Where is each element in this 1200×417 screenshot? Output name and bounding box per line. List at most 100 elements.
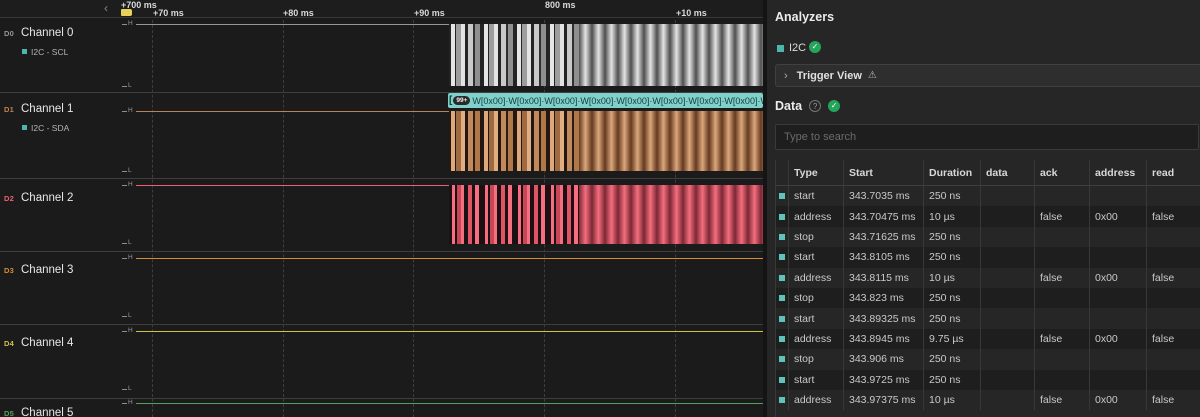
table-row[interactable]: stop343.906 ms250 ns [776, 349, 1200, 369]
row-color-cell [776, 329, 788, 349]
row-swatch-icon [779, 377, 785, 383]
data-title: Data [775, 99, 802, 113]
table-cell: 0x00 [1089, 268, 1146, 288]
table-cell [1089, 349, 1146, 369]
table-row[interactable]: start343.7035 ms250 ns [776, 186, 1200, 206]
table-row[interactable]: start343.9725 ms250 ns [776, 370, 1200, 390]
low-level-tick [122, 171, 127, 172]
decode-overflow-badge: 99+ [453, 96, 470, 105]
low-level-marker: L [128, 82, 132, 90]
ruler-major-label: 800 ms [545, 0, 576, 10]
table-header-row: TypeStartDurationdataackaddressread [776, 160, 1200, 186]
column-header[interactable]: address [1089, 160, 1146, 186]
table-cell [1146, 247, 1200, 267]
table-cell: address [788, 329, 843, 349]
waveform-burst[interactable] [449, 185, 763, 244]
table-cell: address [788, 390, 843, 410]
high-level-tick [122, 185, 127, 186]
row-color-cell [776, 390, 788, 410]
table-cell [1146, 186, 1200, 206]
table-cell: 343.8945 ms [843, 329, 923, 349]
table-row[interactable]: address343.70475 ms10 µsfalse0x00false [776, 206, 1200, 226]
channel-name-label[interactable]: Channel 5 [21, 407, 73, 417]
table-cell: 10 µs [923, 206, 980, 226]
table-cell: 343.7035 ms [843, 186, 923, 206]
table-row[interactable]: start343.89325 ms250 ns [776, 308, 1200, 328]
column-header[interactable]: data [980, 160, 1034, 186]
table-cell [1034, 370, 1089, 390]
table-row[interactable]: address343.8115 ms10 µsfalse0x00false [776, 268, 1200, 288]
table-cell [980, 247, 1034, 267]
row-swatch-icon [779, 356, 785, 362]
channel-name-label[interactable]: Channel 0 [21, 27, 73, 39]
channel-divider [0, 398, 763, 399]
row-swatch-icon [779, 193, 785, 199]
analyzer-color-swatch [777, 45, 784, 52]
table-cell: address [788, 206, 843, 226]
table-cell [1089, 288, 1146, 308]
table-cell: 10 µs [923, 268, 980, 288]
ruler-minor-label: +80 ms [283, 8, 314, 18]
table-cell: false [1034, 206, 1089, 226]
trigger-view-expander[interactable]: › Trigger View ⚠ [775, 64, 1200, 87]
timeline-ruler[interactable]: ‹ +700 ms800 ms+70 ms+80 ms+90 ms+10 ms [0, 0, 763, 18]
channel-name-label[interactable]: Channel 4 [21, 337, 73, 349]
table-cell: 343.89325 ms [843, 308, 923, 328]
table-cell: stop [788, 288, 843, 308]
ruler-minor-label: +70 ms [153, 8, 184, 18]
table-cell [980, 227, 1034, 247]
table-row[interactable]: address343.8945 ms9.75 µsfalse0x00false [776, 329, 1200, 349]
table-row[interactable]: stop343.71625 ms250 ns [776, 227, 1200, 247]
channel-divider [0, 324, 763, 325]
chevron-left-icon[interactable]: ‹ [104, 1, 108, 15]
table-row[interactable]: stop343.823 ms250 ns [776, 288, 1200, 308]
waveform-area[interactable]: ‹ +700 ms800 ms+70 ms+80 ms+90 ms+10 ms … [0, 0, 763, 417]
column-header[interactable]: ack [1034, 160, 1089, 186]
signal-high-line [136, 403, 763, 404]
table-cell: 250 ns [923, 227, 980, 247]
high-level-tick [122, 403, 127, 404]
table-cell: stop [788, 227, 843, 247]
table-cell: 343.97375 ms [843, 390, 923, 410]
low-level-marker: L [128, 239, 132, 247]
channel-id-label: D4 [4, 339, 14, 348]
column-header[interactable]: Start [843, 160, 923, 186]
table-cell: 0x00 [1089, 390, 1146, 410]
signal-high-line [136, 331, 763, 332]
table-cell: 250 ns [923, 247, 980, 267]
table-cell: 250 ns [923, 349, 980, 369]
table-cell [1089, 370, 1146, 390]
timeline-marker-flag[interactable] [121, 9, 132, 16]
table-cell: stop [788, 349, 843, 369]
table-cell: 343.71625 ms [843, 227, 923, 247]
logic-analyzer-app: ‹ +700 ms800 ms+70 ms+80 ms+90 ms+10 ms … [0, 0, 1200, 417]
table-cell [980, 390, 1034, 410]
channel-name-label[interactable]: Channel 2 [21, 192, 73, 204]
analyzer-item-i2c[interactable]: I2C ✓ [767, 41, 1200, 57]
column-header[interactable]: read [1146, 160, 1200, 186]
table-cell: start [788, 370, 843, 390]
table-cell [1146, 349, 1200, 369]
row-swatch-icon [779, 254, 785, 260]
help-icon[interactable]: ? [809, 100, 821, 112]
low-level-marker: L [128, 167, 132, 175]
table-cell [1034, 247, 1089, 267]
table-cell: 343.906 ms [843, 349, 923, 369]
low-level-tick [122, 243, 127, 244]
column-header[interactable]: Type [788, 160, 843, 186]
signal-high-line [136, 185, 449, 186]
row-color-cell [776, 349, 788, 369]
table-row[interactable]: start343.8105 ms250 ns [776, 247, 1200, 267]
channel-divider [0, 251, 763, 252]
search-input[interactable] [775, 124, 1199, 150]
waveform-burst[interactable] [449, 24, 763, 86]
waveform-burst[interactable] [449, 111, 763, 171]
column-header[interactable]: Duration [923, 160, 980, 186]
channel-name-label[interactable]: Channel 1 [21, 103, 73, 115]
table-row[interactable]: address343.97375 ms10 µsfalse0x00false [776, 390, 1200, 410]
channel-name-label[interactable]: Channel 3 [21, 264, 73, 276]
i2c-decode-bubble[interactable]: [99+W[0x00]·W[0x00]·W[0x00]·W[0x00]·W[0x… [448, 93, 763, 108]
row-color-cell [776, 247, 788, 267]
table-cell [1034, 308, 1089, 328]
gridline [283, 10, 284, 417]
